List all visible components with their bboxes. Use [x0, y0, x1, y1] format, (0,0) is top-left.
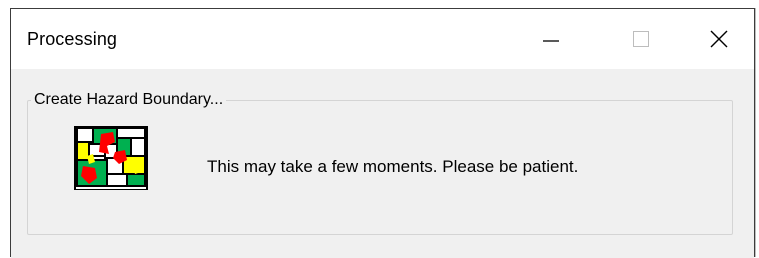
processing-dialog: Processing Create Hazard Boundary... Thi…	[10, 8, 755, 258]
maximize-icon	[633, 31, 649, 47]
background-edge	[0, 0, 10, 257]
status-message: This may take a few moments. Please be p…	[207, 157, 579, 176]
close-button[interactable]	[689, 9, 749, 69]
window-title: Processing	[27, 29, 118, 49]
title-bar[interactable]: Processing	[11, 9, 754, 69]
minimize-button[interactable]	[521, 9, 581, 69]
minimize-icon	[543, 40, 559, 42]
dialog-body: Create Hazard Boundary... This may take …	[11, 69, 754, 258]
hazard-map-icon	[69, 125, 153, 191]
group-label: Create Hazard Boundary...	[31, 91, 227, 109]
close-icon	[710, 30, 728, 48]
maximize-button[interactable]	[611, 9, 671, 69]
